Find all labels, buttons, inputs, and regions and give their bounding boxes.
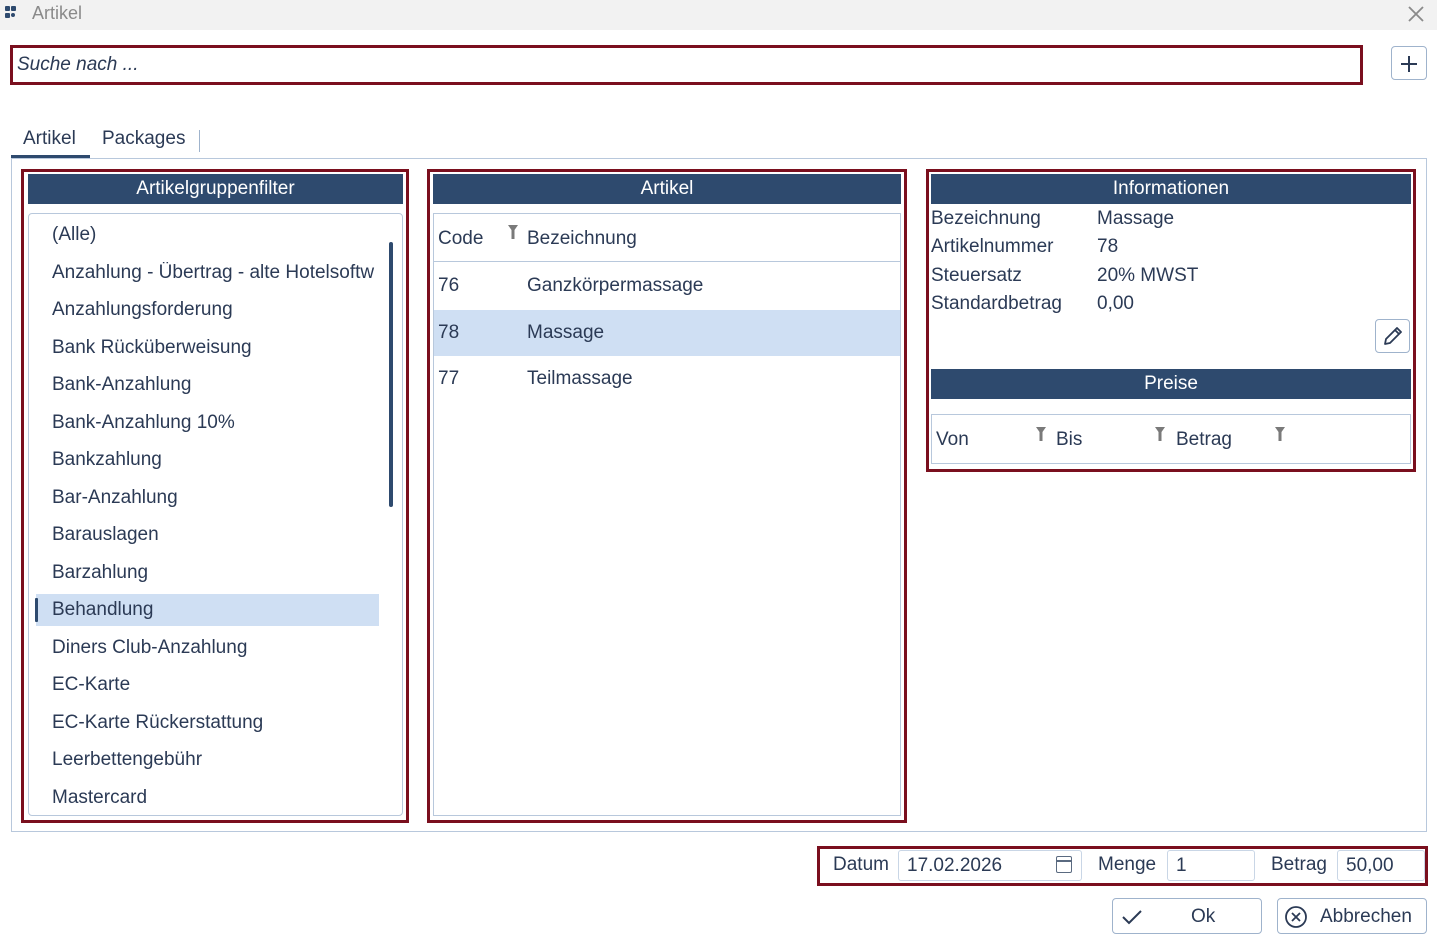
table-row[interactable]: 77 Teilmassage xyxy=(434,356,900,402)
group-item[interactable]: EC-Karte xyxy=(52,674,382,696)
group-list-scrollbar[interactable] xyxy=(389,242,393,507)
tab-packages[interactable]: Packages xyxy=(102,128,185,150)
checkmark-icon xyxy=(1122,910,1142,925)
group-item[interactable]: Bank-Anzahlung 10% xyxy=(52,412,382,434)
cancel-circle-icon xyxy=(1285,906,1307,928)
articles-table: Code Bezeichnung 76 Ganzkörpermassage 78… xyxy=(433,213,901,816)
info-value-artikelnummer: 78 xyxy=(1097,236,1119,257)
ok-button[interactable]: Ok xyxy=(1112,898,1262,934)
prices-column-from[interactable]: Von xyxy=(936,429,969,451)
tab-artikel[interactable]: Artikel xyxy=(23,128,76,150)
column-header-code[interactable]: Code xyxy=(438,228,483,250)
info-label-artikelnummer: Artikelnummer xyxy=(931,236,1054,257)
group-item[interactable]: Diners Club-Anzahlung xyxy=(52,637,382,659)
title-bar: Artikel xyxy=(0,0,1437,30)
table-row-selected[interactable]: 78 Massage xyxy=(434,310,900,356)
group-item-selected[interactable]: Behandlung xyxy=(52,599,382,621)
table-header-divider xyxy=(434,261,900,262)
group-item[interactable]: Anzahlungsforderung xyxy=(52,299,382,321)
info-panel-header: Informationen xyxy=(931,174,1411,204)
group-item[interactable]: Bank-Anzahlung xyxy=(52,374,382,396)
column-header-name[interactable]: Bezeichnung xyxy=(527,228,637,250)
article-code: 78 xyxy=(438,322,460,343)
info-value-standardbetrag: 0,00 xyxy=(1097,293,1134,314)
ok-button-label: Ok xyxy=(1191,906,1216,927)
info-label-bezeichnung: Bezeichnung xyxy=(931,208,1041,229)
articles-panel-header: Artikel xyxy=(433,174,901,204)
app-icon xyxy=(5,6,17,20)
info-value-bezeichnung: Massage xyxy=(1097,208,1175,229)
info-value-steuersatz: 20% MWST xyxy=(1097,265,1199,286)
plus-icon xyxy=(1401,56,1417,72)
group-item[interactable]: Mastercard xyxy=(52,787,382,809)
close-icon[interactable] xyxy=(1405,3,1427,25)
article-name: Ganzkörpermassage xyxy=(527,275,704,296)
group-item[interactable]: Leerbettengebühr xyxy=(52,749,382,771)
group-list[interactable]: (Alle) Anzahlung - Übertrag - alte Hotel… xyxy=(28,213,403,816)
filter-icon[interactable] xyxy=(1154,426,1166,442)
add-button[interactable] xyxy=(1391,46,1427,80)
cancel-button[interactable]: Abbrechen xyxy=(1277,898,1427,934)
article-code: 77 xyxy=(438,368,460,389)
tab-divider xyxy=(199,130,200,152)
edit-button[interactable] xyxy=(1375,319,1410,353)
date-field[interactable]: 17.02.2026 xyxy=(898,850,1082,881)
amount-field[interactable]: 50,00 xyxy=(1337,850,1425,881)
article-code: 76 xyxy=(438,275,460,296)
search-input[interactable] xyxy=(13,49,1360,81)
pencil-icon xyxy=(1384,327,1402,345)
selection-marker xyxy=(35,598,38,622)
info-label-standardbetrag: Standardbetrag xyxy=(931,293,1062,314)
group-item[interactable]: Barzahlung xyxy=(52,562,382,584)
filter-icon[interactable] xyxy=(1274,426,1286,442)
article-name: Teilmassage xyxy=(527,368,633,389)
filter-icon[interactable] xyxy=(507,224,519,240)
group-item[interactable]: EC-Karte Rückerstattung xyxy=(52,712,382,734)
cancel-button-label: Abbrechen xyxy=(1320,906,1412,927)
groups-panel-header: Artikelgruppenfilter xyxy=(28,174,403,204)
group-item[interactable]: Anzahlung - Übertrag - alte Hotelsoftw xyxy=(52,262,379,284)
filter-icon[interactable] xyxy=(1035,426,1047,442)
group-item[interactable]: (Alle) xyxy=(52,224,382,246)
window-title: Artikel xyxy=(32,3,83,23)
prices-header: Preise xyxy=(931,369,1411,399)
info-label-steuersatz: Steuersatz xyxy=(931,265,1022,286)
calendar-icon[interactable] xyxy=(1056,856,1072,873)
group-item[interactable]: Bank Rücküberweisung xyxy=(52,337,382,359)
amount-label: Betrag xyxy=(1271,854,1327,875)
group-item[interactable]: Barauslagen xyxy=(52,524,382,546)
prices-column-to[interactable]: Bis xyxy=(1056,429,1082,451)
prices-column-amount[interactable]: Betrag xyxy=(1176,429,1232,451)
table-row[interactable]: 76 Ganzkörpermassage xyxy=(434,263,900,309)
group-item[interactable]: Bar-Anzahlung xyxy=(52,487,382,509)
group-item[interactable]: Bankzahlung xyxy=(52,449,382,471)
quantity-field[interactable]: 1 xyxy=(1167,850,1255,881)
date-label: Datum xyxy=(833,854,889,875)
article-name: Massage xyxy=(527,322,605,343)
quantity-label: Menge xyxy=(1098,854,1157,875)
prices-table: Von Bis Betrag xyxy=(931,414,1411,464)
